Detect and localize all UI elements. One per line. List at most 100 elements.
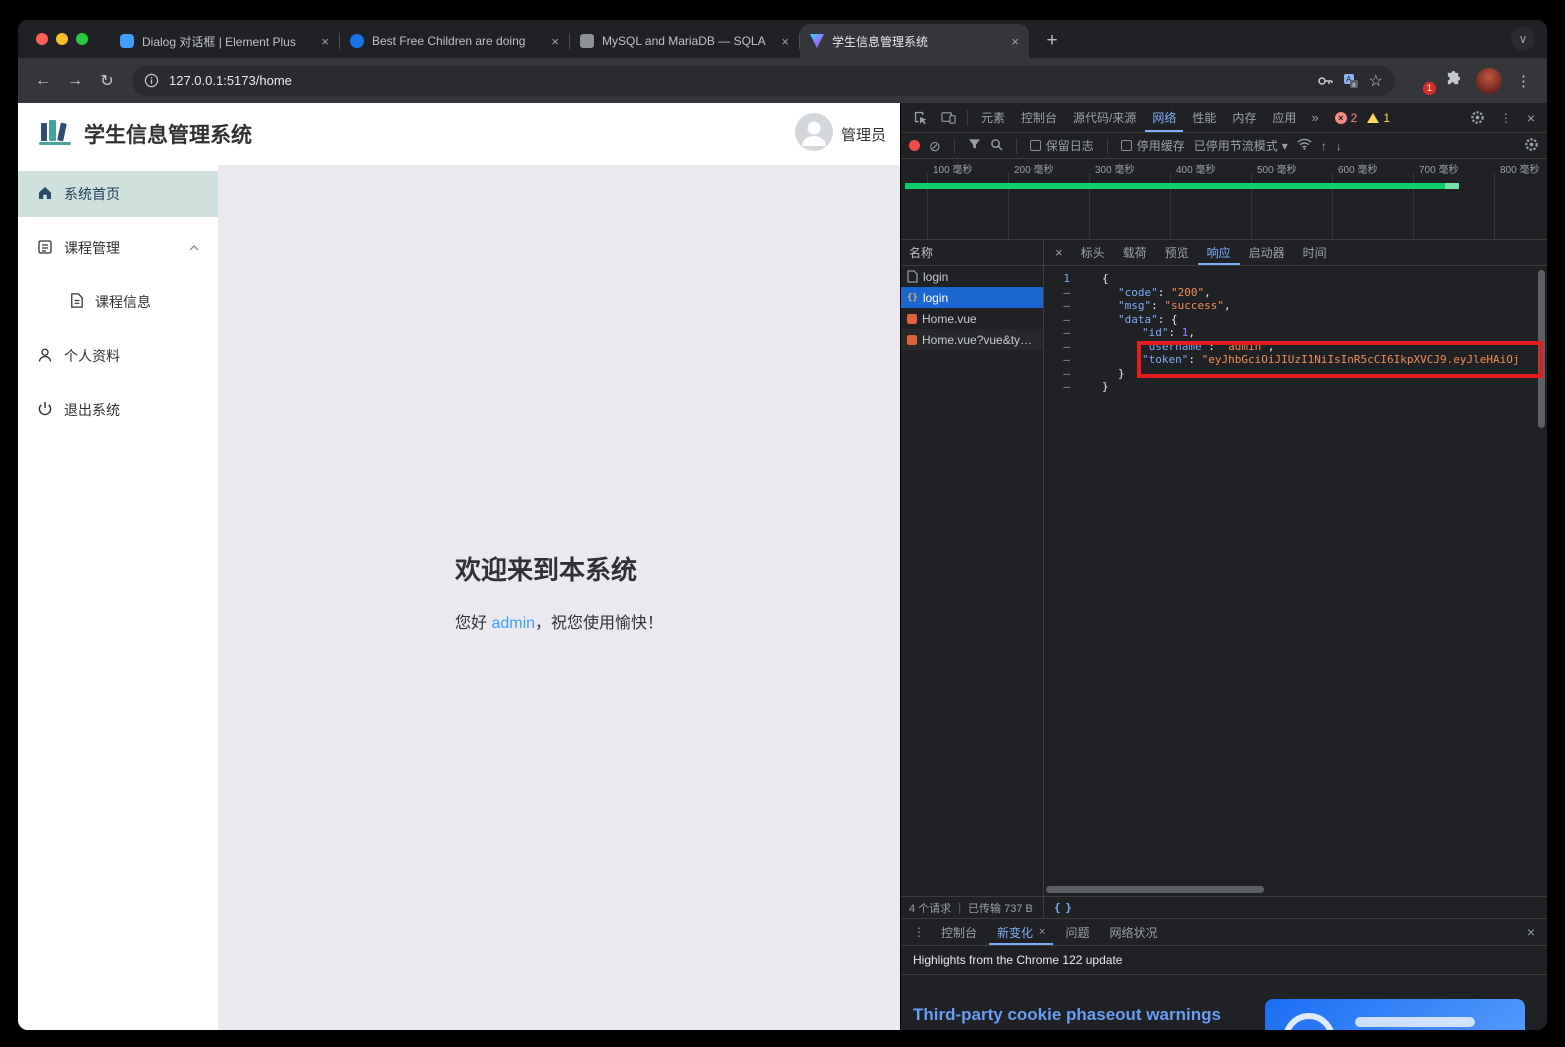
document-icon — [68, 292, 85, 312]
devtools-tab-performance[interactable]: 性能 — [1185, 103, 1223, 132]
extensions-puzzle-icon[interactable] — [1445, 70, 1462, 92]
site-favicon — [350, 34, 364, 48]
devtools-tab-elements[interactable]: 元素 — [974, 103, 1012, 132]
drawer-tab-network-conditions[interactable]: 网络状况 — [1101, 919, 1165, 945]
browser-tab-student-system-active[interactable]: 学生信息管理系统 × — [800, 24, 1029, 58]
reload-button[interactable]: ↻ — [92, 66, 122, 96]
close-detail-icon[interactable]: × — [1046, 245, 1072, 260]
app-header: 学生信息管理系统 管理员 — [18, 103, 900, 165]
sidebar-item-course-management[interactable]: 课程管理 — [18, 225, 218, 271]
clear-network-log-icon[interactable]: ⊘ — [929, 139, 941, 153]
browser-menu-kebab-icon[interactable]: ⋮ — [1516, 72, 1531, 90]
user-area[interactable]: 管理员 — [794, 112, 886, 156]
sidebar-item-home[interactable]: 系统首页 — [18, 171, 218, 217]
disable-cache-control: 停用缓存 — [1120, 137, 1185, 154]
tab-close-button[interactable]: × — [319, 34, 331, 49]
detail-tab-timing[interactable]: 时间 — [1294, 240, 1336, 265]
new-tab-button[interactable]: + — [1039, 30, 1065, 52]
request-row-home-vue-query[interactable]: Home.vue?vue&ty… — [901, 329, 1043, 350]
pretty-print-button[interactable]: { } — [1054, 901, 1072, 914]
password-key-icon[interactable] — [1317, 73, 1333, 89]
search-icon[interactable] — [990, 138, 1003, 154]
sidebar-item-profile[interactable]: 个人资料 — [18, 333, 218, 379]
drawer-tab-console[interactable]: 控制台 — [933, 919, 985, 945]
device-toolbar-icon[interactable] — [935, 105, 961, 131]
request-row-home-vue[interactable]: Home.vue — [901, 308, 1043, 329]
token-annotation-highlight — [1137, 341, 1543, 378]
tab-close-button[interactable]: × — [779, 34, 791, 49]
devtools-close-button[interactable]: × — [1521, 110, 1541, 126]
tab-strip: Dialog 对话框 | Element Plus × Best Free Ch… — [18, 20, 1547, 58]
document-request-icon — [907, 270, 918, 283]
tab-search-button[interactable]: ∨ — [1511, 27, 1535, 51]
network-overview-timeline[interactable]: 100 毫秒 200 毫秒 300 毫秒 400 毫秒 500 毫秒 600 毫… — [901, 159, 1547, 240]
browser-tab-search-result[interactable]: Best Free Children are doing × — [340, 24, 569, 58]
tab-close-button[interactable]: × — [549, 34, 561, 49]
browser-tab-element-plus[interactable]: Dialog 对话框 | Element Plus × — [110, 24, 339, 58]
browser-tab-sqlalchemy[interactable]: MySQL and MariaDB — SQLA × — [570, 24, 799, 58]
devtools-tab-memory[interactable]: 内存 — [1225, 103, 1263, 132]
response-body-viewer[interactable]: 1 – – – – – – – – { "code": "200", "msg"… — [1044, 266, 1547, 884]
drawer-tab-whats-new[interactable]: 新变化 × — [989, 919, 1053, 945]
extension-button-with-badge[interactable]: 1 — [1411, 71, 1436, 95]
throttling-select[interactable]: 已停用节流模式 ▾ — [1194, 137, 1288, 154]
timeline-label: 400 毫秒 — [1176, 165, 1216, 176]
disable-cache-checkbox[interactable] — [1120, 140, 1132, 151]
forward-button[interactable]: → — [60, 66, 90, 96]
filter-icon[interactable] — [968, 138, 981, 153]
import-har-icon[interactable]: ↑ — [1321, 139, 1327, 153]
toolbar-divider — [967, 109, 968, 126]
devtools-tab-console[interactable]: 控制台 — [1014, 103, 1064, 132]
tab-close-button[interactable]: × — [1009, 34, 1021, 49]
omnibox[interactable]: 127.0.0.1:5173/home Aa ☆ — [132, 65, 1395, 96]
back-button[interactable]: ← — [28, 66, 58, 96]
inspect-element-icon[interactable] — [907, 105, 933, 131]
window-content: 学生信息管理系统 管理员 系统首页 课程管理 课程信息 个人资料 退出系统 欢迎… — [18, 103, 1547, 1030]
more-tabs-icon[interactable]: » — [1305, 110, 1324, 125]
window-maximize-button[interactable] — [76, 33, 88, 45]
url-text[interactable]: 127.0.0.1:5173/home — [169, 73, 1307, 88]
devtools-menu-kebab-icon[interactable]: ⋮ — [1493, 105, 1519, 131]
request-count: 4 个请求 — [909, 902, 952, 915]
request-list-header[interactable]: 名称 — [901, 240, 1043, 266]
network-settings-gear-icon[interactable] — [1524, 137, 1539, 155]
close-drawer-button[interactable]: × — [1523, 924, 1539, 940]
drawer-menu-kebab-icon[interactable]: ⋮ — [909, 925, 929, 939]
devtools-tab-network[interactable]: 网络 — [1145, 103, 1183, 132]
preserve-log-checkbox[interactable] — [1029, 140, 1041, 151]
whats-new-article-thumbnail[interactable] — [1265, 999, 1525, 1030]
request-row-login-doc[interactable]: login — [901, 266, 1043, 287]
window-close-button[interactable] — [36, 33, 48, 45]
request-row-login-xhr[interactable]: {} login — [901, 287, 1043, 308]
devtools-settings-gear-icon[interactable] — [1465, 105, 1491, 131]
record-network-log-button[interactable] — [909, 140, 920, 151]
detail-tab-preview[interactable]: 预览 — [1156, 240, 1198, 265]
horizontal-scrollbar-thumb[interactable] — [1046, 886, 1264, 893]
translate-icon[interactable]: Aa — [1343, 73, 1359, 89]
detail-tab-response[interactable]: 响应 — [1198, 240, 1240, 265]
window-controls — [36, 33, 88, 45]
window-minimize-button[interactable] — [56, 33, 68, 45]
chevron-up-icon[interactable] — [188, 244, 200, 252]
devtools-tab-sources[interactable]: 源代码/来源 — [1066, 103, 1143, 132]
power-icon — [36, 400, 54, 421]
error-badge[interactable]: 2 — [1334, 111, 1357, 125]
browser-profile-avatar[interactable] — [1476, 67, 1502, 94]
sidebar-item-course-info[interactable]: 课程信息 — [18, 279, 218, 325]
warning-badge[interactable]: 1 — [1367, 111, 1390, 125]
timeline-label: 300 毫秒 — [1095, 165, 1135, 176]
drawer-tab-issues[interactable]: 问题 — [1057, 919, 1097, 945]
network-conditions-icon[interactable] — [1297, 138, 1312, 153]
export-har-icon[interactable]: ↓ — [1336, 139, 1342, 153]
detail-tab-headers[interactable]: 标头 — [1072, 240, 1114, 265]
bookmark-star-icon[interactable]: ☆ — [1369, 71, 1383, 91]
close-whats-new-tab-icon[interactable]: × — [1039, 926, 1045, 938]
sidebar-item-logout[interactable]: 退出系统 — [18, 387, 218, 433]
site-info-icon[interactable] — [144, 73, 159, 88]
horizontal-scrollbar[interactable] — [1044, 884, 1547, 896]
user-avatar[interactable] — [794, 112, 833, 156]
devtools-tab-application[interactable]: 应用 — [1265, 103, 1303, 132]
detail-tab-initiator[interactable]: 启动器 — [1240, 240, 1294, 265]
thumbnail-cookie-illustration — [1283, 1013, 1335, 1030]
detail-tab-payload[interactable]: 载荷 — [1114, 240, 1156, 265]
